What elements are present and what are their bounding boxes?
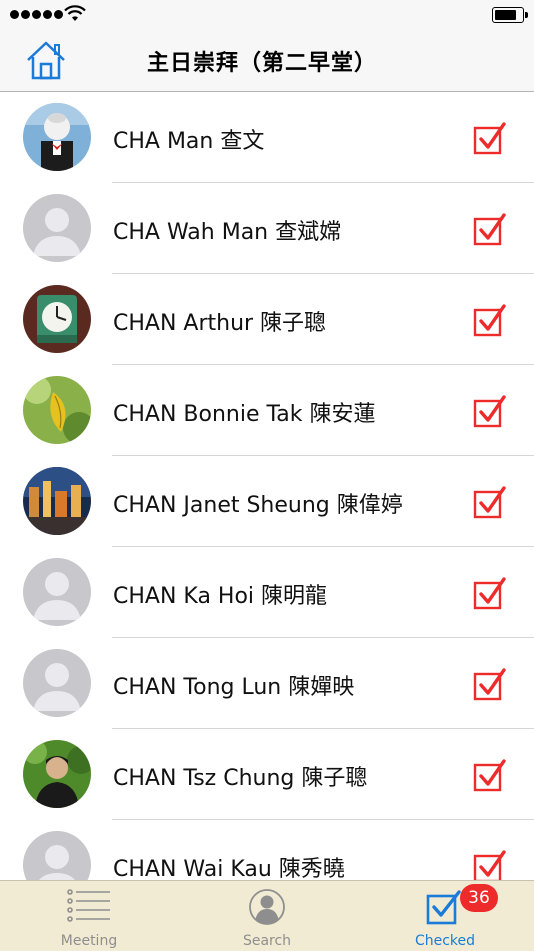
person-name: CHAN Ka Hoi 陳明龍 xyxy=(113,584,328,609)
person-name: CHAN Arthur 陳子聰 xyxy=(113,311,327,336)
avatar-placeholder xyxy=(23,649,91,717)
person-name: CHA Wah Man 查斌嫦 xyxy=(113,220,342,245)
list-item[interactable]: CHAN Bonnie Tak 陳安蓮 xyxy=(0,365,534,456)
attendance-checkbox[interactable] xyxy=(473,667,507,701)
avatar xyxy=(23,467,91,535)
tab-checked[interactable]: Checked xyxy=(356,881,534,951)
attendance-checkbox[interactable] xyxy=(473,303,507,337)
tab-search-label: Search xyxy=(242,933,292,949)
avatar xyxy=(23,103,91,171)
person-name: CHAN Bonnie Tak 陳安蓮 xyxy=(113,402,376,427)
person-name: CHA Man 查文 xyxy=(113,129,265,154)
checked-box-icon xyxy=(426,890,461,925)
avatar-placeholder xyxy=(23,831,91,880)
person-name: CHAN Janet Sheung 陳偉婷 xyxy=(113,493,403,518)
list-item[interactable]: CHAN Ka Hoi 陳明龍 xyxy=(0,547,534,638)
tab-bar: Meeting Search Checked xyxy=(0,880,534,951)
signal-strength-icon xyxy=(10,10,63,19)
status-bar xyxy=(0,0,534,30)
avatar-placeholder xyxy=(23,194,91,262)
attendance-checkbox[interactable] xyxy=(473,485,507,519)
list-item[interactable]: CHAN Tong Lun 陳嬋映 xyxy=(0,638,534,729)
list-item[interactable]: CHAN Tsz Chung 陳子聰 xyxy=(0,729,534,820)
tab-search[interactable]: Search xyxy=(178,881,356,951)
attendee-list[interactable]: CHA Man 查文 CHA Wah Man 查斌嫦 CHAN Arthur 陳子聰… xyxy=(0,92,534,880)
list-icon xyxy=(67,889,110,922)
person-search-icon xyxy=(249,889,285,925)
attendance-checkbox[interactable] xyxy=(473,394,507,428)
battery-icon xyxy=(492,7,528,23)
tab-checked-label: Checked xyxy=(414,933,476,949)
list-item[interactable]: CHA Man 查文 xyxy=(0,92,534,183)
page-title: 主日崇拜（第二早堂） xyxy=(146,51,377,76)
avatar-placeholder xyxy=(23,558,91,626)
attendance-checkbox[interactable] xyxy=(473,212,507,246)
attendance-checkbox[interactable] xyxy=(473,849,507,880)
attendance-checkbox[interactable] xyxy=(473,121,507,155)
list-item[interactable]: CHA Wah Man 查斌嫦 xyxy=(0,183,534,274)
avatar xyxy=(23,376,91,444)
checked-count-badge: 36 xyxy=(460,884,498,912)
list-item[interactable]: CHAN Arthur 陳子聰 xyxy=(0,274,534,365)
tab-meeting[interactable]: Meeting xyxy=(0,881,178,951)
attendance-checkbox[interactable] xyxy=(473,576,507,610)
person-name: CHAN Tong Lun 陳嬋映 xyxy=(113,675,355,700)
list-item[interactable]: CHAN Janet Sheung 陳偉婷 xyxy=(0,456,534,547)
attendance-checkbox[interactable] xyxy=(473,758,507,792)
nav-bar: 主日崇拜（第二早堂） xyxy=(0,30,534,92)
person-name: CHAN Tsz Chung 陳子聰 xyxy=(113,766,368,791)
avatar xyxy=(23,740,91,808)
list-item[interactable]: CHAN Wai Kau 陳秀曉 xyxy=(0,820,534,880)
person-name: CHAN Wai Kau 陳秀曉 xyxy=(113,857,345,880)
tab-meeting-label: Meeting xyxy=(60,933,118,949)
avatar xyxy=(23,285,91,353)
wifi-icon xyxy=(64,5,86,21)
